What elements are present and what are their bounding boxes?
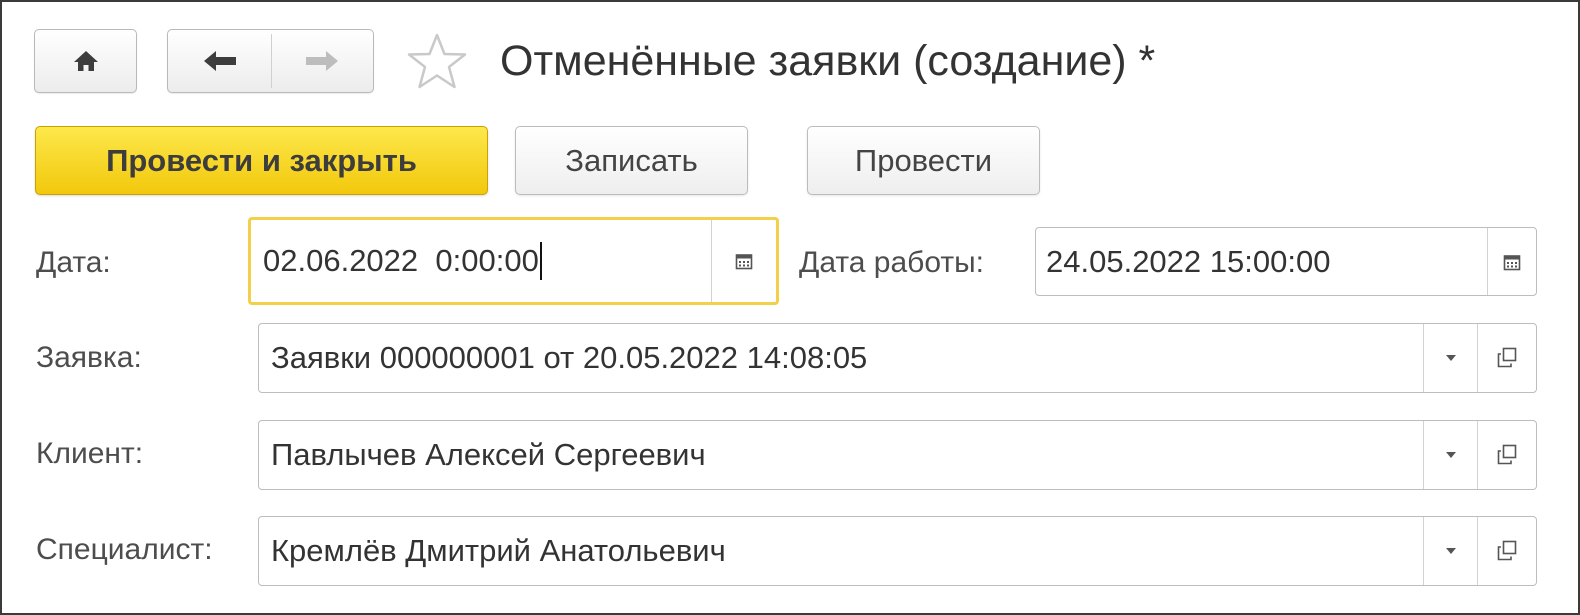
text-caret	[539, 242, 542, 280]
open-window-icon	[1497, 444, 1517, 465]
calendar-icon	[735, 254, 753, 270]
star-icon	[407, 33, 467, 89]
work-date-field[interactable]: 24.05.2022 15:00:00	[1035, 227, 1537, 296]
form-window: Отменённые заявки (создание) * Провести …	[0, 0, 1580, 615]
date-value: 02.06.2022 0:00:00	[263, 243, 539, 278]
page-title: Отменённые заявки (создание) *	[500, 37, 1156, 85]
history-nav-group	[167, 29, 374, 93]
specialist-input[interactable]: Кремлёв Дмитрий Анатольевич	[271, 517, 726, 585]
open-window-icon	[1497, 347, 1517, 368]
request-label: Заявка:	[36, 341, 142, 374]
date-calendar-button[interactable]	[711, 220, 776, 302]
save-button[interactable]: Записать	[515, 126, 748, 195]
forward-button[interactable]	[272, 30, 373, 92]
specialist-dropdown-button[interactable]	[1423, 517, 1478, 585]
post-and-close-button[interactable]: Провести и закрыть	[35, 126, 488, 195]
request-input[interactable]: Заявки 000000001 от 20.05.2022 14:08:05	[271, 324, 867, 392]
work-date-label: Дата работы:	[799, 246, 984, 279]
work-date-input[interactable]: 24.05.2022 15:00:00	[1046, 228, 1330, 295]
post-button[interactable]: Провести	[807, 126, 1040, 195]
client-field[interactable]: Павлычев Алексей Сергеевич	[258, 420, 1537, 490]
arrow-right-icon	[306, 51, 338, 71]
date-label: Дата:	[36, 246, 111, 279]
client-dropdown-button[interactable]	[1423, 421, 1478, 489]
request-dropdown-button[interactable]	[1423, 324, 1478, 392]
request-field[interactable]: Заявки 000000001 от 20.05.2022 14:08:05	[258, 323, 1537, 393]
client-label: Клиент:	[36, 437, 144, 470]
date-field[interactable]: 02.06.2022 0:00:00	[248, 217, 779, 305]
request-open-button[interactable]	[1477, 324, 1536, 392]
specialist-label: Специалист:	[36, 533, 213, 566]
date-input[interactable]: 02.06.2022 0:00:00	[263, 220, 542, 302]
arrow-left-icon	[204, 51, 236, 71]
chevron-down-icon	[1446, 355, 1456, 361]
client-open-button[interactable]	[1477, 421, 1536, 489]
work-date-calendar-button[interactable]	[1487, 228, 1536, 295]
specialist-field[interactable]: Кремлёв Дмитрий Анатольевич	[258, 516, 1537, 586]
home-icon	[74, 51, 98, 71]
home-button[interactable]	[34, 29, 137, 93]
specialist-open-button[interactable]	[1477, 517, 1536, 585]
chevron-down-icon	[1446, 548, 1456, 554]
client-input[interactable]: Павлычев Алексей Сергеевич	[271, 421, 706, 489]
chevron-down-icon	[1446, 452, 1456, 458]
back-button[interactable]	[168, 30, 271, 92]
calendar-icon	[1503, 254, 1521, 270]
open-window-icon	[1497, 540, 1517, 561]
favorite-button[interactable]	[406, 32, 468, 90]
